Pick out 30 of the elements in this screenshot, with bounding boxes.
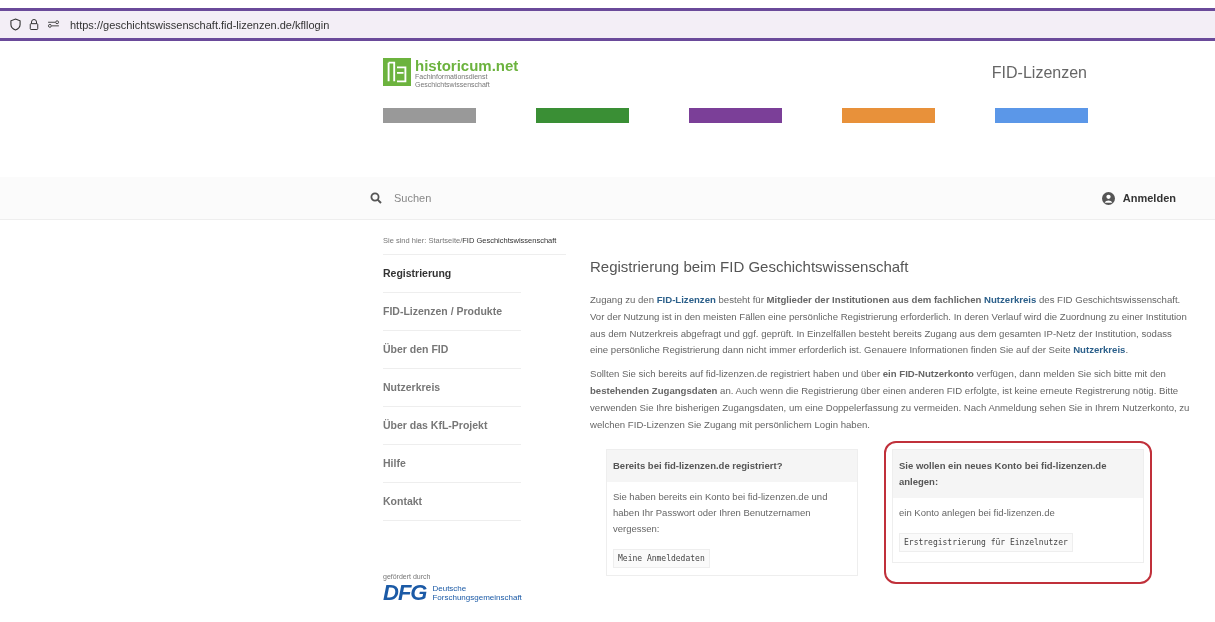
- nav-link[interactable]: Über den FID: [383, 331, 521, 369]
- search-icon: [370, 192, 382, 204]
- link[interactable]: FID-Lizenzen: [656, 294, 716, 305]
- paragraph: Zugang zu den FID-Lizenzen besteht für Mitglieder der Institutionen aus dem fachlichen Nutzerkreis des FID Geschichtswissenschaft. Vor der Nutzung ist in den meisten Fällen eine persönliche Registrierung erforderlich. In deren Verlauf wird die Zuordnung zu einer Institution aus dem Nutzerkreis abgefragt und ggf. geprüft. In Einzelfällen besteht bereits Zugang aus dem gesamten IP-Netz der Institution, sodass eine persönliche Registrierung dann nicht immer erforderlich ist. Genauere Informationen finden Sie auf der Seite Nutzerkreis.: [590, 293, 1188, 358]
- card-text: ein Konto anlegen bei fid-lizenzen.de: [899, 506, 1055, 521]
- user-icon: [1101, 191, 1115, 205]
- logo-name: historicum.net: [415, 58, 519, 73]
- nav-link[interactable]: Hilfe: [383, 445, 521, 483]
- card-button[interactable]: Erstregistrierung für Einzelnutzer: [899, 533, 1073, 553]
- login-button[interactable]: Anmelden: [1095, 190, 1182, 206]
- nav-link[interactable]: Über das KfL-Projekt: [383, 407, 521, 445]
- nav-link[interactable]: FID-Lizenzen / Produkte: [383, 293, 521, 331]
- card-button[interactable]: Meine Anmeldedaten: [613, 549, 710, 569]
- site-title: FID-Lizenzen: [991, 64, 1087, 82]
- shield-icon: [10, 18, 21, 31]
- address-bar[interactable]: https://geschichtswissenschaft.fid-lizenzen.de/kfllogin: [0, 8, 1215, 41]
- nav-link[interactable]: Registrierung: [383, 255, 521, 293]
- paragraph: Sollten Sie sich bereits auf fid-lizenzen.de registriert haben und über ein FID-Nutzerkonto verfügen, dann melden Sie sich bitte mit den bestehenden Zugangsdaten an. Auch wenn die Registrierung über einen anderen FID erfolgte, ist keine erneute Registrerung nötig. Bitte verwenden Sie Ihre bisherigen Zugangsdaten, um eine Doppelerfassung zu vermeiden. Nach Anmeldung sehen Sie in Ihrem Nutzerkonto, zu welchen FID-Lizenzen Sie Zugang mit persönlichem Login haben.: [590, 367, 1190, 432]
- link[interactable]: Nutzerkreis: [984, 294, 1037, 305]
- logo-icon: [383, 58, 411, 86]
- nav-link[interactable]: Kontakt: [383, 483, 521, 521]
- lock-icon: [29, 18, 39, 31]
- search-field[interactable]: Suchen: [392, 191, 546, 205]
- card-heading: Bereits bei fid-lizenzen.de registriert?: [607, 450, 857, 483]
- nav-link[interactable]: Nutzerkreis: [383, 369, 521, 407]
- card-heading: Sie wollen ein neues Konto bei fid-lizenzen.de anlegen:: [893, 450, 1143, 499]
- page-title: Registrierung beim FID Geschichtswissenschaft: [590, 258, 910, 275]
- sliders-icon: [47, 20, 60, 29]
- url-text: https://geschichtswissenschaft.fid-lizenzen.de/kfllogin: [70, 18, 330, 31]
- card-text: Sie haben bereits ein Konto bei fid-lizenzen.de und haben Ihr Passwort oder Ihren Benutzernamen vergessen:: [613, 490, 829, 537]
